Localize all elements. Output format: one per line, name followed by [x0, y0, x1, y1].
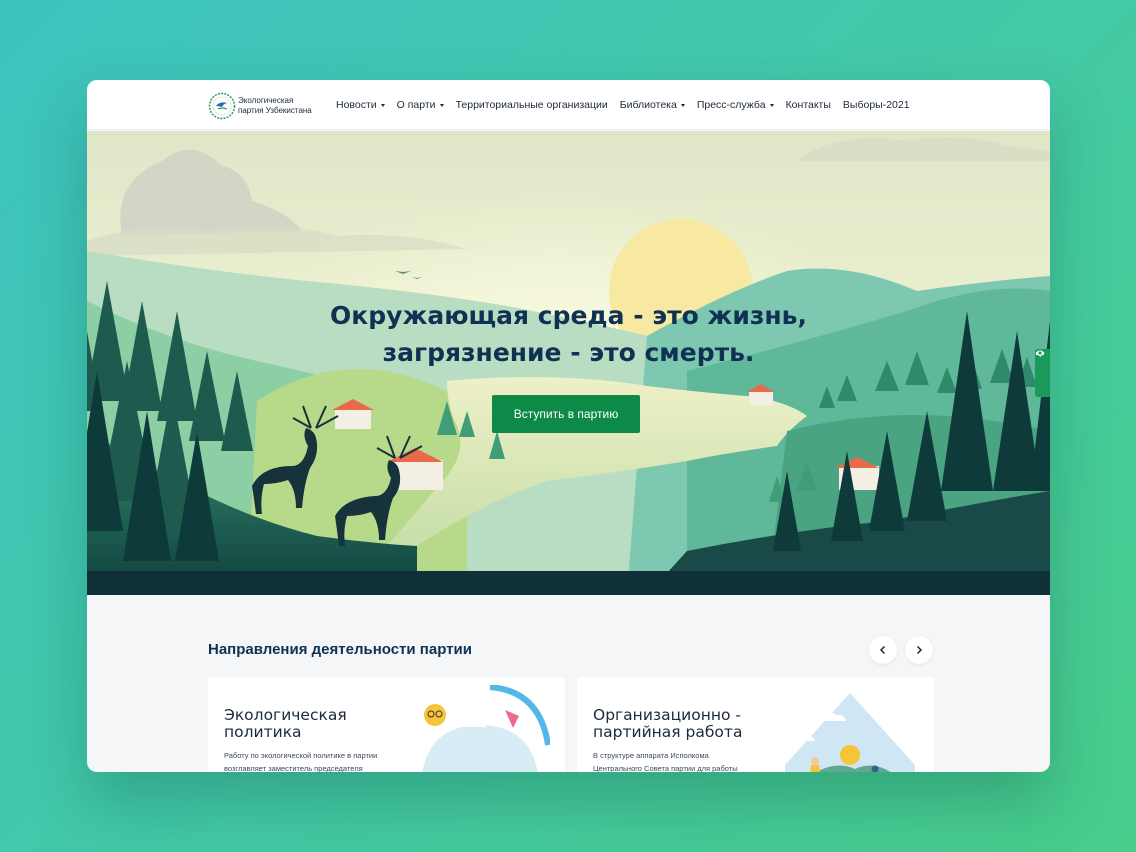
hero-title: Окружающая среда - это жизнь, загрязнени… — [87, 297, 1050, 371]
nav-library[interactable]: Библиотека — [620, 99, 685, 111]
nav-label: Территориальные организации — [455, 99, 608, 111]
chevron-right-icon — [916, 645, 923, 655]
main-nav: Новости О парти Территориальные организа… — [336, 80, 922, 130]
card-title-line-1: Организационно - — [593, 706, 742, 724]
accessibility-panel — [1035, 349, 1050, 397]
card-title: Экологическая политика — [224, 707, 414, 741]
nav-label: Пресс-служба — [696, 99, 766, 111]
caret-down-icon — [439, 103, 444, 107]
ecology-illustration — [422, 685, 550, 772]
hero-banner: Окружающая среда - это жизнь, загрязнени… — [87, 131, 1050, 595]
card-title-line-2: политика — [224, 723, 302, 741]
logo-line-1: Экологическая — [238, 96, 294, 105]
directions-title: Направления деятельности партии — [208, 641, 472, 658]
site-header: Экологическая партия Узбекистана Новости… — [87, 80, 1050, 130]
nav-about[interactable]: О парти — [397, 99, 444, 111]
nav-label: Новости — [336, 99, 377, 111]
nav-label: Выборы-2021 — [842, 99, 910, 111]
direction-card-organizational[interactable]: Организационно - партийная работа В стру… — [577, 677, 934, 772]
nav-press[interactable]: Пресс-служба — [697, 99, 774, 111]
chevron-left-icon — [879, 645, 886, 655]
party-logo-icon[interactable] — [208, 92, 236, 120]
card-description: В структуре аппарата Исполкома Центральн… — [593, 749, 763, 772]
nav-label: О парти — [396, 99, 436, 111]
join-party-button[interactable]: Вступить в партию — [492, 395, 640, 433]
nav-territorial[interactable]: Территориальные организации — [456, 99, 608, 111]
organizational-illustration — [785, 693, 915, 772]
card-desc-line-2: возглавляет заместитель председателя — [224, 764, 363, 772]
nav-news[interactable]: Новости — [336, 99, 385, 111]
nav-elections[interactable]: Выборы-2021 — [843, 99, 910, 111]
eye-icon[interactable] — [1035, 349, 1045, 357]
nav-label: Контакты — [785, 99, 831, 111]
nav-label: Библиотека — [619, 99, 677, 111]
hero-title-line-1: Окружающая среда - это жизнь, — [330, 301, 807, 330]
card-desc-line-1: В структуре аппарата Исполкома — [593, 751, 709, 760]
caret-down-icon — [380, 103, 385, 107]
logo-text[interactable]: Экологическая партия Узбекистана — [238, 96, 312, 115]
card-title-line-1: Экологическая — [224, 706, 347, 724]
card-title-line-2: партийная работа — [593, 723, 743, 741]
card-title: Организационно - партийная работа — [593, 707, 783, 741]
logo-line-2: партия Узбекистана — [238, 105, 312, 115]
card-desc-line-2: Центрального Совета партии для работы — [593, 764, 738, 772]
caret-down-icon — [769, 103, 774, 107]
nav-contacts[interactable]: Контакты — [786, 99, 831, 111]
caret-down-icon — [680, 103, 685, 107]
direction-card-ecology[interactable]: Экологическая политика Работу по экологи… — [208, 677, 565, 772]
carousel-next-button[interactable] — [905, 636, 933, 664]
browser-window: Экологическая партия Узбекистана Новости… — [87, 80, 1050, 772]
hero-title-line-2: загрязнение - это смерть. — [382, 338, 755, 367]
card-desc-line-1: Работу по экологической политике в парти… — [224, 751, 378, 760]
carousel-prev-button[interactable] — [869, 636, 897, 664]
card-description: Работу по экологической политике в парти… — [224, 749, 394, 772]
